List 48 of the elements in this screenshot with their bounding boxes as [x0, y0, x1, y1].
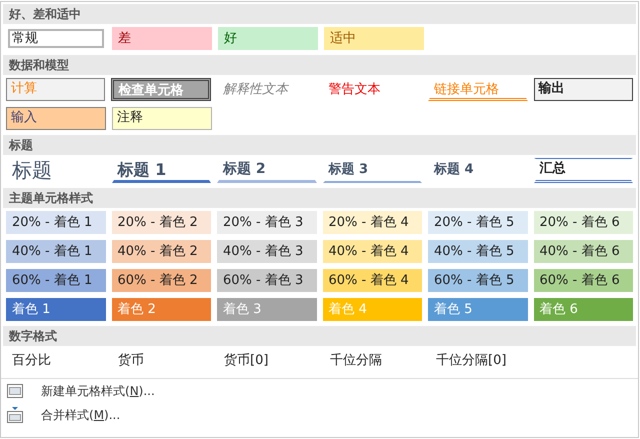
- cell-style-option[interactable]: 60% - 着色 4: [322, 269, 422, 292]
- cell-style-option[interactable]: 汇总: [534, 158, 633, 183]
- cell-style-option[interactable]: 标题: [6, 158, 106, 183]
- cell-style-option[interactable]: 20% - 着色 2: [112, 211, 211, 234]
- cell-style-option[interactable]: 20% - 着色 5: [428, 211, 528, 234]
- cell-style-option[interactable]: 货币[0]: [218, 349, 318, 372]
- section-header: 数字格式: [3, 326, 636, 346]
- cell-style-option[interactable]: 40% - 着色 5: [428, 240, 528, 263]
- cell-style-option[interactable]: 标题 4: [428, 158, 528, 183]
- section-header: 标题: [3, 135, 636, 155]
- cell-style-option[interactable]: 40% - 着色 4: [322, 240, 422, 263]
- cell-style-option[interactable]: 20% - 着色 1: [6, 211, 106, 234]
- section-header: 数据和模型: [3, 55, 636, 75]
- cell-style-option[interactable]: 适中: [324, 27, 424, 50]
- cell-style-option[interactable]: 输出: [534, 78, 633, 101]
- cell-style-option[interactable]: 解释性文本: [217, 78, 316, 101]
- cell-style-option[interactable]: 差: [112, 27, 212, 50]
- cell-style-option[interactable]: 60% - 着色 5: [428, 269, 528, 292]
- cell-style-option[interactable]: 20% - 着色 3: [217, 211, 316, 234]
- cell-style-option[interactable]: 标题 3: [322, 158, 422, 183]
- cell-style-option[interactable]: 40% - 着色 6: [534, 240, 633, 263]
- cell-style-option[interactable]: 60% - 着色 6: [534, 269, 633, 292]
- cell-style-option[interactable]: 60% - 着色 2: [112, 269, 211, 292]
- menu-item[interactable]: 合并样式(M)...: [1, 403, 126, 427]
- cell-style-option[interactable]: 百分比: [6, 349, 106, 372]
- cell-style-option[interactable]: 20% - 着色 6: [534, 211, 633, 234]
- cell-style-option[interactable]: 20% - 着色 4: [322, 211, 422, 234]
- table-icon: [7, 384, 23, 398]
- cell-style-option[interactable]: 着色 1: [6, 298, 106, 321]
- section-header: 好、差和适中: [3, 4, 636, 24]
- cell-style-option[interactable]: 40% - 着色 1: [6, 240, 106, 263]
- cell-style-option[interactable]: 40% - 着色 2: [112, 240, 211, 263]
- cell-style-option[interactable]: 千位分隔[0]: [430, 349, 530, 372]
- cell-style-option[interactable]: 注释: [112, 107, 212, 130]
- cell-style-option[interactable]: 40% - 着色 3: [217, 240, 316, 263]
- menu-item[interactable]: 新建单元格样式(N)...: [1, 379, 161, 403]
- cell-style-option[interactable]: 标题 2: [217, 158, 316, 183]
- section-header: 主题单元格样式: [3, 188, 636, 208]
- cell-style-option[interactable]: 标题 1: [112, 158, 211, 183]
- cell-style-option[interactable]: 好: [218, 27, 318, 50]
- cell-style-option[interactable]: 输入: [6, 107, 106, 130]
- cell-style-option[interactable]: 千位分隔: [324, 349, 424, 372]
- cell-style-option[interactable]: 60% - 着色 1: [6, 269, 106, 292]
- cell-style-option[interactable]: 警告文本: [322, 78, 422, 101]
- cell-style-option[interactable]: 货币: [112, 349, 212, 372]
- cell-style-option[interactable]: 60% - 着色 3: [217, 269, 316, 292]
- merge-icon: [7, 407, 23, 423]
- cell-style-option[interactable]: 常规: [6, 27, 106, 50]
